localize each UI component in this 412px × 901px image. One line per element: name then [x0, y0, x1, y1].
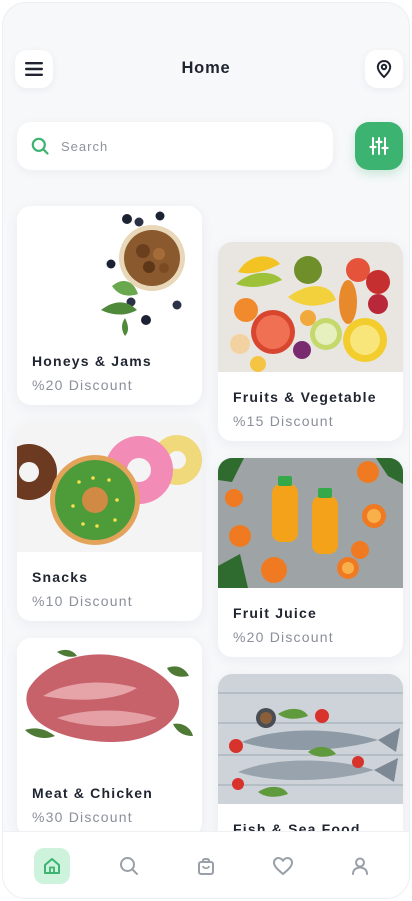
category-grid: Honeys & Jams %20 Discount Fruits & Vege… [3, 3, 409, 898]
category-card-snacks[interactable]: Snacks %10 Discount [17, 422, 202, 621]
shopping-bag-icon [197, 858, 214, 875]
search-icon [119, 857, 138, 875]
category-card-honeys-jams[interactable]: Honeys & Jams %20 Discount [17, 206, 202, 405]
nav-search[interactable] [111, 848, 147, 884]
category-name: Fruit Juice [233, 605, 317, 621]
nav-bag[interactable] [188, 848, 224, 884]
category-image [17, 206, 202, 336]
category-discount: %30 Discount [32, 809, 133, 825]
category-discount: %15 Discount [233, 413, 334, 429]
profile-icon [352, 857, 369, 875]
heart-icon [273, 857, 294, 875]
category-image [17, 638, 202, 768]
category-card-meat-chicken[interactable]: Meat & Chicken %30 Discount [17, 638, 202, 837]
nav-favorites[interactable] [265, 848, 301, 884]
category-name: Honeys & Jams [32, 353, 152, 369]
home-icon [43, 858, 60, 874]
category-discount: %20 Discount [32, 377, 133, 393]
category-image [218, 458, 403, 588]
category-image [218, 674, 403, 804]
nav-home[interactable] [33, 848, 70, 884]
category-name: Snacks [32, 569, 89, 585]
nav-profile[interactable] [342, 848, 378, 884]
category-discount: %10 Discount [32, 593, 133, 609]
category-card-fruits-vegetable[interactable]: Fruits & Vegetable %15 Discount [218, 242, 403, 441]
bottom-nav [3, 831, 409, 898]
category-discount: %20 Discount [233, 629, 334, 645]
phone-frame: Home Search Honeys & Jams %20 Discount F… [2, 2, 410, 899]
category-image [17, 422, 202, 552]
category-name: Meat & Chicken [32, 785, 154, 801]
category-image [218, 242, 403, 372]
category-name: Fruits & Vegetable [233, 389, 377, 405]
category-card-fruit-juice[interactable]: Fruit Juice %20 Discount [218, 458, 403, 657]
